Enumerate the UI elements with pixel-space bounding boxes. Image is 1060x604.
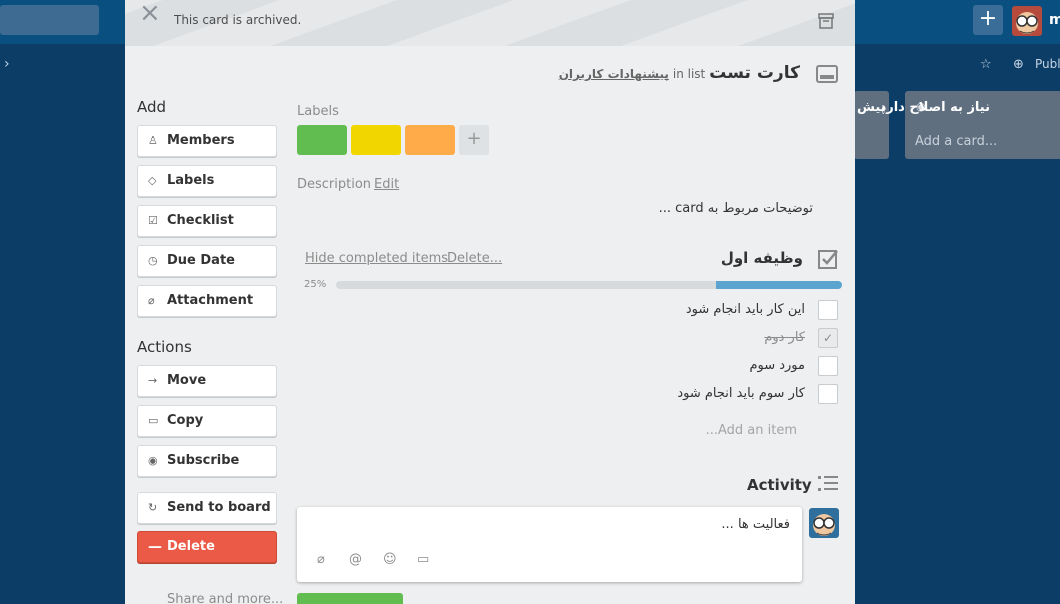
add-button[interactable]: +: [973, 5, 1003, 35]
label-orange[interactable]: [405, 125, 455, 155]
globe-icon: ⊕: [1013, 57, 1024, 72]
checkbox-icon: ☑: [148, 214, 158, 227]
card-icon[interactable]: ▭: [417, 552, 429, 567]
add-card-link[interactable]: Add a card...: [915, 134, 997, 149]
move-button[interactable]: → Move: [137, 365, 277, 397]
progress-bar: [336, 281, 842, 289]
archived-banner: × This card is archived.: [125, 0, 855, 46]
comment-input[interactable]: فعالیت ها ... ⌀ @ ☺ ▭: [297, 507, 802, 582]
checklist-checkbox[interactable]: [818, 356, 838, 376]
checklist-checkbox-checked[interactable]: ✓: [818, 328, 838, 348]
checklist-icon: [818, 250, 838, 269]
labels-heading: Labels: [297, 104, 339, 119]
copy-button[interactable]: ▭ Copy: [137, 405, 277, 437]
archived-message: This card is archived.: [174, 13, 302, 27]
mention-icon[interactable]: @: [349, 552, 362, 567]
edit-description-link[interactable]: Edit: [374, 177, 399, 192]
card-icon: ▭: [148, 414, 159, 427]
attachment-button[interactable]: ⌀ Attachment: [137, 285, 277, 317]
clock-icon: ◷: [148, 254, 158, 267]
in-list-label: in list: [672, 67, 706, 81]
progress-fill: [715, 281, 842, 289]
comment-text[interactable]: فعالیت ها ...: [721, 517, 790, 532]
person-icon: ♙: [148, 134, 158, 147]
search-input[interactable]: [0, 5, 99, 35]
card-icon: [816, 65, 838, 83]
list-title[interactable]: نیاز به اصلاح دارد: [880, 100, 990, 115]
activity-heading: Activity: [747, 476, 812, 494]
actions-heading: Actions: [137, 338, 192, 356]
paperclip-icon: ⌀: [148, 294, 155, 307]
avatar[interactable]: [1012, 6, 1042, 36]
card-title[interactable]: کارت تست: [709, 63, 800, 83]
close-icon[interactable]: ×: [139, 0, 161, 28]
progress-percent: 25%: [304, 279, 327, 290]
checklist-checkbox[interactable]: [818, 300, 838, 320]
delete-button[interactable]: — Delete: [137, 531, 277, 563]
delete-checklist-link[interactable]: Delete...: [447, 251, 502, 266]
label-green[interactable]: [297, 125, 347, 155]
chevron-right-icon[interactable]: ›: [4, 56, 10, 72]
tag-icon: ◇: [148, 174, 157, 187]
star-icon[interactable]: ☆: [980, 57, 992, 72]
minus-icon: —: [148, 539, 162, 555]
user-name[interactable]: m: [1049, 12, 1060, 28]
card-header: کارت تستin listپیشنهادات کاربران: [559, 63, 800, 83]
add-label-button[interactable]: +: [459, 125, 489, 155]
description-text[interactable]: توضیحات مربوط به card ...: [659, 201, 813, 216]
send-to-board-button[interactable]: ↻ Send to board: [137, 492, 277, 524]
labels-button[interactable]: ◇ Labels: [137, 165, 277, 197]
emoji-icon[interactable]: ☺: [383, 552, 397, 567]
avatar: [809, 508, 839, 538]
checklist-item-completed[interactable]: کار دوم: [764, 330, 805, 345]
refresh-icon: ↻: [148, 501, 158, 514]
subscribe-button[interactable]: ◉ Subscribe: [137, 445, 277, 477]
checklist-checkbox[interactable]: [818, 384, 838, 404]
members-button[interactable]: ♙ Members: [137, 125, 277, 157]
archive-icon: [818, 13, 834, 29]
save-button[interactable]: [297, 593, 403, 604]
activity-list-icon: [818, 476, 838, 491]
list-name-link[interactable]: پیشنهادات کاربران: [559, 67, 669, 81]
due-date-button[interactable]: ◷ Due Date: [137, 245, 277, 277]
share-and-more-link[interactable]: Share and more...: [167, 592, 283, 604]
checklist-item[interactable]: کار سوم باید انجام شود: [677, 386, 805, 401]
add-item-input[interactable]: Add an item...: [706, 423, 797, 438]
checklist-item[interactable]: این کار باید انجام شود: [686, 302, 805, 317]
add-heading: Add: [137, 98, 167, 116]
visibility-label[interactable]: Publ: [1035, 57, 1060, 71]
label-yellow[interactable]: [351, 125, 401, 155]
arrow-right-icon: →: [148, 374, 158, 387]
checklist-item[interactable]: مورد سوم: [749, 358, 805, 373]
eye-icon: ◉: [148, 454, 158, 467]
card-detail-window: × This card is archived. کارت تستin list…: [125, 0, 855, 604]
hide-completed-link[interactable]: Hide completed items: [305, 251, 448, 266]
attachment-icon[interactable]: ⌀: [317, 552, 325, 567]
description-heading: Description: [297, 177, 372, 192]
checklist-title[interactable]: وظیفه اول: [721, 249, 803, 267]
checklist-button[interactable]: ☑ Checklist: [137, 205, 277, 237]
